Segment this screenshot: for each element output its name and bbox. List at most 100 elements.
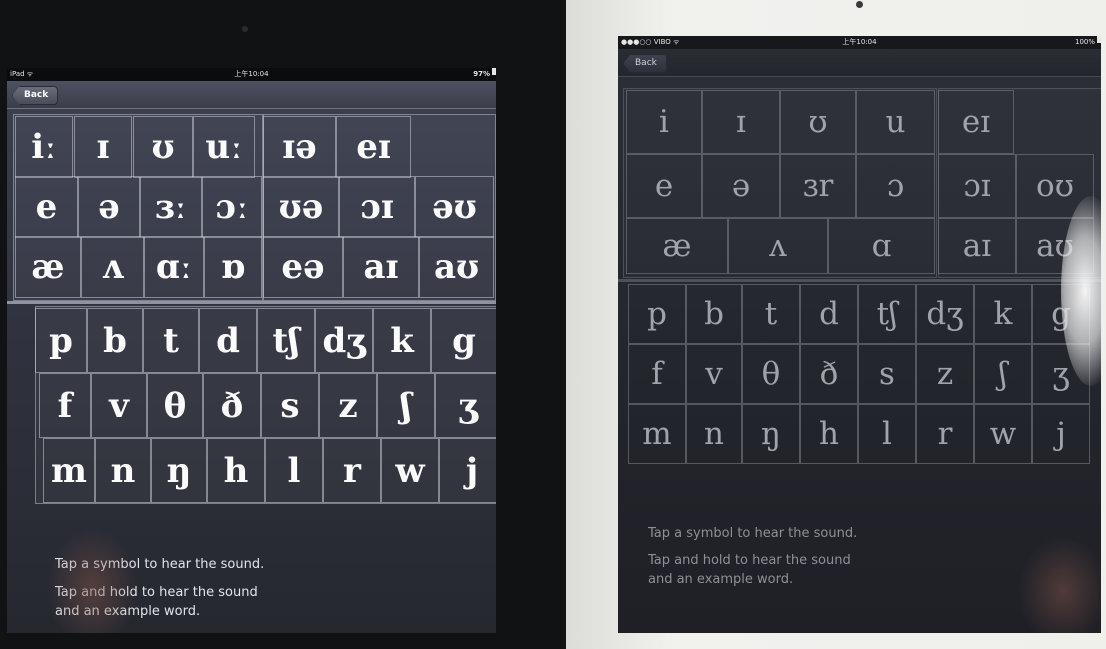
symbol-tile[interactable]: ə xyxy=(702,154,780,218)
symbol-tile[interactable]: d xyxy=(199,308,257,373)
symbol-tile[interactable]: j xyxy=(1032,404,1090,464)
back-button[interactable]: Back xyxy=(623,54,667,73)
symbol-tile[interactable]: əʊ xyxy=(415,176,494,238)
navigation-bar: Back xyxy=(7,81,496,109)
symbol-tile[interactable]: tʃ xyxy=(858,284,916,344)
symbol-tile[interactable]: e xyxy=(626,154,702,218)
symbol-tile[interactable]: j xyxy=(439,438,496,503)
symbol-tile[interactable]: f xyxy=(628,344,686,404)
symbol-tile[interactable]: aɪ xyxy=(343,236,419,298)
symbol-tile[interactable]: ɔɪ xyxy=(339,176,415,238)
symbol-tile[interactable]: tʃ xyxy=(257,308,315,373)
symbol-tile[interactable]: aɪ xyxy=(938,218,1016,274)
right-ipad-screen: ●●●○○ VIBO ᯤ 上午10:04 100% Back i ɪ ʊ u eɪ e ə ɜ… xyxy=(618,36,1101,633)
left-ipad-device: iPad ᯤ 上午10:04 97% Back iː ɪ ʊ uː ɪə eɪ e ə ɜː ɔː… xyxy=(0,0,566,649)
right-ipad-device: ●●●○○ VIBO ᯤ 上午10:04 100% Back i ɪ ʊ u eɪ e ə ɜ… xyxy=(566,0,1106,649)
symbol-tile[interactable]: æ xyxy=(626,218,728,274)
symbol-tile[interactable]: ɔː xyxy=(202,176,262,238)
symbol-tile[interactable]: w xyxy=(974,404,1032,464)
symbol-tile[interactable]: ð xyxy=(203,373,261,438)
front-camera xyxy=(242,26,248,32)
symbol-tile[interactable]: dʒ xyxy=(315,308,373,373)
symbol-tile[interactable]: n xyxy=(95,438,151,503)
symbol-tile[interactable]: b xyxy=(87,308,143,373)
symbol-tile[interactable]: n xyxy=(686,404,742,464)
section-divider xyxy=(7,301,496,304)
symbol-tile[interactable]: e xyxy=(15,176,78,238)
symbol-tile[interactable]: d xyxy=(800,284,858,344)
symbol-tile[interactable]: w xyxy=(381,438,439,503)
symbol-tile[interactable]: u xyxy=(856,90,935,154)
back-button[interactable]: Back xyxy=(12,86,59,105)
symbol-tile[interactable]: s xyxy=(261,373,319,438)
symbol-tile[interactable]: ʃ xyxy=(377,373,435,438)
symbol-tile[interactable]: b xyxy=(686,284,742,344)
symbol-tile[interactable]: r xyxy=(323,438,381,503)
symbol-tile[interactable]: ŋ xyxy=(742,404,800,464)
symbol-tile[interactable]: ŋ xyxy=(151,438,207,503)
symbol-tile[interactable]: ɪ xyxy=(702,90,780,154)
symbol-tile[interactable]: m xyxy=(628,404,686,464)
symbol-tile[interactable]: h xyxy=(207,438,265,503)
battery-percent: 97% xyxy=(473,70,490,78)
finger-reflection xyxy=(47,528,137,633)
symbol-tile[interactable]: ʌ xyxy=(81,236,144,298)
symbol-tile[interactable]: p xyxy=(35,308,87,373)
symbol-tile[interactable]: k xyxy=(373,308,431,373)
symbol-tile[interactable]: ə xyxy=(78,176,140,238)
symbol-tile[interactable]: m xyxy=(43,438,95,503)
symbol-tile[interactable]: ɜr xyxy=(780,154,856,218)
symbol-tile[interactable]: ɑː xyxy=(144,236,204,298)
status-time: 上午10:04 xyxy=(234,70,269,78)
symbol-tile[interactable]: ɔɪ xyxy=(938,154,1016,218)
status-time: 上午10:04 xyxy=(842,38,877,46)
symbol-tile[interactable]: θ xyxy=(742,344,800,404)
symbol-tile[interactable]: æ xyxy=(15,236,81,298)
symbol-tile[interactable]: h xyxy=(800,404,858,464)
symbol-tile[interactable]: t xyxy=(143,308,199,373)
symbol-tile[interactable]: uː xyxy=(193,116,255,178)
navigation-bar: Back xyxy=(618,49,1101,77)
symbol-tile[interactable]: ɔ xyxy=(856,154,935,218)
symbol-tile[interactable]: θ xyxy=(147,373,203,438)
symbol-tile[interactable]: dʒ xyxy=(916,284,974,344)
symbol-tile[interactable]: eɪ xyxy=(938,90,1014,154)
symbol-tile[interactable]: s xyxy=(858,344,916,404)
symbol-tile[interactable]: k xyxy=(974,284,1032,344)
symbol-tile[interactable]: ɒ xyxy=(204,236,262,298)
hint-hold-text-line2: and an example word. xyxy=(648,572,794,587)
symbol-tile[interactable]: ɑ xyxy=(828,218,935,274)
symbol-tile[interactable]: p xyxy=(628,284,686,344)
symbol-tile[interactable]: v xyxy=(91,373,147,438)
symbol-tile[interactable]: eɪ xyxy=(336,116,411,178)
symbol-tile[interactable]: l xyxy=(265,438,323,503)
symbol-tile[interactable]: ʒ xyxy=(435,373,496,438)
left-ipad-screen: iPad ᯤ 上午10:04 97% Back iː ɪ ʊ uː ɪə eɪ e ə ɜː ɔː… xyxy=(7,68,496,633)
battery-icon xyxy=(1097,36,1101,43)
symbol-tile[interactable]: r xyxy=(916,404,974,464)
symbol-tile[interactable]: ɜː xyxy=(140,176,202,238)
symbol-tile[interactable]: t xyxy=(742,284,800,344)
symbol-tile[interactable]: ʊ xyxy=(780,90,856,154)
symbol-tile[interactable]: f xyxy=(39,373,91,438)
symbol-tile[interactable]: ʃ xyxy=(974,344,1032,404)
status-bar: ●●●○○ VIBO ᯤ 上午10:04 100% xyxy=(618,36,1101,49)
symbol-tile[interactable]: ɪə xyxy=(263,116,336,178)
symbol-tile[interactable]: eə xyxy=(263,236,343,298)
front-camera xyxy=(856,1,863,8)
symbol-tile[interactable]: iː xyxy=(15,116,73,178)
symbol-tile[interactable]: aʊ xyxy=(419,236,494,298)
symbol-tile[interactable]: ʊə xyxy=(263,176,339,238)
symbol-tile[interactable]: l xyxy=(858,404,916,464)
symbol-tile[interactable]: ʌ xyxy=(728,218,828,274)
symbol-tile[interactable]: z xyxy=(916,344,974,404)
symbol-tile[interactable]: i xyxy=(626,90,702,154)
symbol-tile[interactable]: ð xyxy=(800,344,858,404)
symbol-tile[interactable]: z xyxy=(319,373,377,438)
symbol-tile[interactable]: v xyxy=(686,344,742,404)
symbol-tile[interactable]: ʊ xyxy=(133,116,193,178)
symbol-tile[interactable]: g xyxy=(431,308,496,373)
battery-indicator: 100% xyxy=(1075,36,1101,49)
symbol-tile[interactable]: ɪ xyxy=(74,116,132,178)
finger-reflection xyxy=(1018,536,1101,633)
